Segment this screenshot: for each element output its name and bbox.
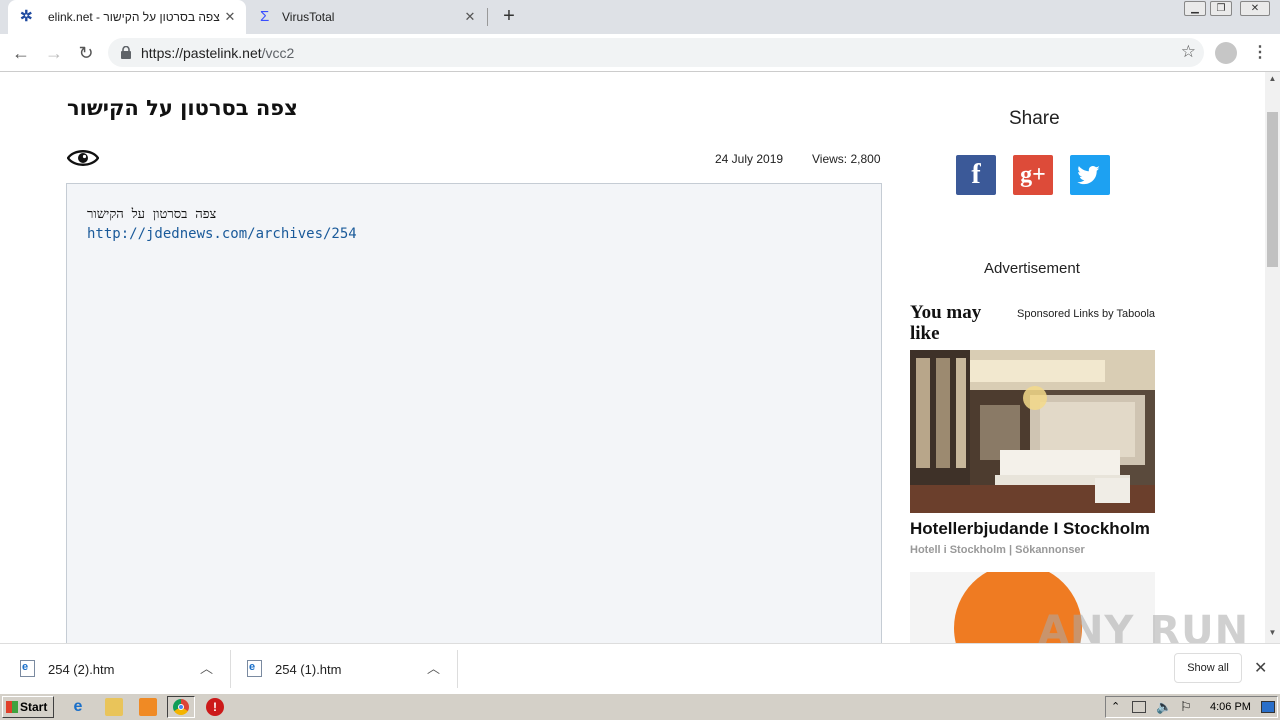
tray-arrow-icon[interactable]: ⌃: [1111, 700, 1120, 713]
tab-close-icon[interactable]: ✕: [222, 9, 238, 25]
internet-explorer-icon[interactable]: e: [69, 698, 87, 716]
you-may-like-heading: You may like: [910, 302, 982, 344]
tab-title: VirusTotal: [282, 10, 335, 24]
scroll-up-arrow-icon[interactable]: ▲: [1265, 74, 1280, 86]
bookmark-star-icon[interactable]: ☆: [1181, 42, 1196, 62]
hotel-room-image: [910, 350, 1155, 513]
show-all-button[interactable]: Show all: [1174, 653, 1242, 683]
network-icon[interactable]: [1132, 701, 1146, 713]
chrome-icon[interactable]: [167, 696, 195, 718]
htm-file-icon: e: [20, 660, 35, 677]
new-tab-button[interactable]: +: [498, 5, 520, 27]
profile-avatar-icon[interactable]: [1215, 42, 1237, 64]
windows-logo-icon: [6, 701, 18, 713]
tab-separator: [487, 8, 488, 26]
ad-title[interactable]: Hotellerbjudande I Stockholm: [910, 519, 1150, 539]
paste-date: 24 July 2019: [715, 152, 784, 166]
download-filename: 254 (2).htm: [48, 662, 115, 677]
tab-virustotal[interactable]: Σ VirusTotal ✕: [248, 0, 486, 34]
folder-icon[interactable]: [105, 698, 123, 716]
stop-icon[interactable]: !: [206, 698, 224, 716]
google-plus-share-button[interactable]: g+: [1013, 155, 1053, 195]
pastelink-favicon-icon: ✲: [20, 8, 33, 25]
minimize-button[interactable]: ▁: [1184, 1, 1206, 16]
chevron-up-icon[interactable]: ︿: [200, 658, 213, 677]
tab-pastelink[interactable]: ✲ צפה בסרטון על הקישור - elink.net ✕: [8, 0, 246, 34]
paste-views: Views: 2,800: [812, 152, 881, 166]
start-button[interactable]: Start: [2, 696, 54, 718]
reload-icon[interactable]: ↻: [74, 41, 98, 65]
tab-title: צפה בסרטון על הקישור - elink.net: [48, 10, 220, 24]
share-heading: Share: [1009, 108, 1060, 129]
htm-file-icon: e: [247, 660, 262, 677]
download-item[interactable]: e 254 (2).htm ︿: [0, 650, 230, 688]
back-icon[interactable]: ←: [9, 41, 33, 65]
page-content: צפה בסרטון על הקישור 24 July 2019 Views:…: [0, 72, 1265, 643]
restore-button[interactable]: ❐: [1210, 1, 1232, 16]
download-item[interactable]: e 254 (1).htm ︿: [227, 650, 457, 688]
facebook-share-button[interactable]: f: [956, 155, 996, 195]
scroll-thumb[interactable]: [1267, 112, 1278, 267]
paste-content-link[interactable]: http://jdednews.com/archives/254: [87, 226, 357, 242]
google-plus-icon: g+: [1020, 162, 1046, 188]
close-downloads-icon[interactable]: ✕: [1254, 658, 1267, 678]
eye-icon: [67, 150, 99, 166]
menu-kebab-icon[interactable]: ⋮: [1252, 41, 1268, 65]
ad-source[interactable]: Hotell i Stockholm | Sökannonser: [910, 544, 1085, 556]
clock: 4:06 PM: [1210, 701, 1251, 713]
volume-icon[interactable]: 🔈: [1156, 699, 1172, 715]
twitter-share-button[interactable]: [1070, 155, 1110, 195]
page-title: צפה בסרטון על הקישור: [67, 96, 298, 120]
url-text: https://pastelink.net/vcc2: [141, 45, 295, 61]
twitter-bird-icon: [1077, 166, 1100, 185]
browser-toolbar: ← → ↻ https://pastelink.net/vcc2 ☆ ⋮: [0, 34, 1280, 72]
virustotal-favicon-icon: Σ: [260, 8, 270, 25]
chevron-up-icon[interactable]: ︿: [427, 658, 440, 677]
scroll-down-arrow-icon[interactable]: ▼: [1265, 628, 1280, 640]
forward-icon[interactable]: →: [42, 41, 66, 65]
windows-taskbar: Start e ! ⌃ 🔈 ⚐ 4:06 PM: [0, 693, 1280, 720]
system-tray: ⌃ 🔈 ⚐ 4:06 PM: [1105, 696, 1278, 718]
download-filename: 254 (1).htm: [275, 662, 342, 677]
sponsored-label[interactable]: Sponsored Links by Taboola: [1017, 308, 1155, 320]
downloads-bar: e 254 (2).htm ︿ e 254 (1).htm ︿ Show all…: [0, 643, 1280, 693]
paste-content-text: צפה בסרטון על הקישור: [87, 207, 217, 222]
tab-close-icon[interactable]: ✕: [462, 9, 478, 25]
ad-image[interactable]: [910, 350, 1155, 513]
facebook-icon: f: [971, 159, 981, 190]
desktop-icon[interactable]: [1261, 701, 1275, 713]
close-window-button[interactable]: ✕: [1240, 1, 1270, 16]
download-separator: [457, 650, 458, 688]
paste-content-box: צפה בסרטון על הקישור http://jdednews.com…: [66, 183, 882, 643]
flag-icon[interactable]: ⚐: [1180, 699, 1192, 715]
tab-strip: ✲ צפה בסרטון על הקישור - elink.net ✕ Σ V…: [0, 0, 1280, 34]
page-scrollbar[interactable]: ▲ ▼: [1265, 72, 1280, 643]
lock-icon: [121, 46, 131, 59]
advertisement-label: Advertisement: [984, 260, 1080, 277]
media-player-icon[interactable]: [139, 698, 157, 716]
address-bar[interactable]: https://pastelink.net/vcc2 ☆: [108, 38, 1204, 67]
